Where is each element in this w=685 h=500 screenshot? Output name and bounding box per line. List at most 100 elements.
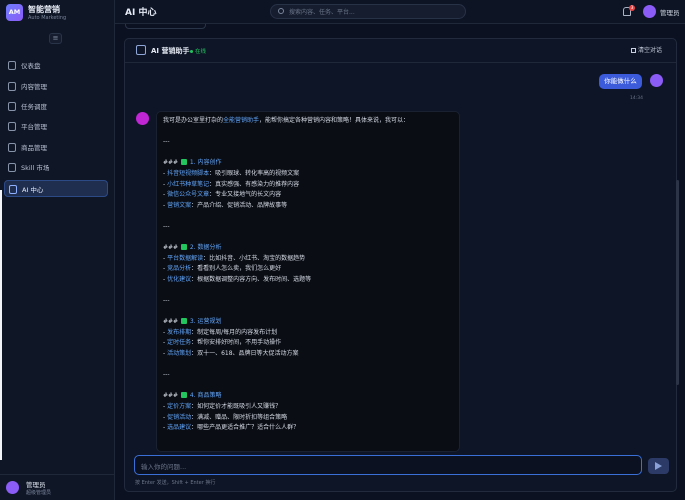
check-icon xyxy=(181,318,187,325)
assistant-name: AI 营销助手 xyxy=(151,47,190,55)
message-text: ：如何定价才能既吸引人又赚钱？ xyxy=(191,403,282,411)
brand-logo: AM xyxy=(6,4,23,21)
message-text: ### xyxy=(163,392,180,400)
sidebar-user[interactable]: 管理员 超级管理员 xyxy=(0,474,115,500)
message-text: --- xyxy=(163,138,170,146)
message-line xyxy=(163,286,457,297)
bot-message: 我可是办公室里打杂的全能营销助手，能帮你搞定各种营销内容和策略！具体来说，我可以… xyxy=(156,111,460,452)
tab-edge xyxy=(125,24,206,29)
page-title: AI 中心 xyxy=(125,8,157,18)
message-text: --- xyxy=(163,297,170,305)
message-text: 抖音短视频脚本 xyxy=(167,169,210,177)
message-line: - 活动策划：双十一、618、品牌日等大促活动方案 xyxy=(163,349,457,360)
message-text: ：双十一、618、品牌日等大促活动方案 xyxy=(191,350,299,358)
message-line: ### 4. 商品策略 xyxy=(163,391,457,402)
message-text: ：吸引眼球、转化率高的视频文案 xyxy=(209,169,300,177)
dashboard-icon xyxy=(8,61,16,70)
chat-input[interactable]: 输入你的问题... xyxy=(134,455,642,475)
message-text: 优化建议 xyxy=(167,275,192,283)
sidebar-item-dashboard[interactable]: 仪表盘 xyxy=(4,57,108,74)
message-text: ：看看别人怎么卖，我们怎么更好 xyxy=(191,265,282,273)
message-text: --- xyxy=(163,371,170,379)
app-root: AM 智能营销 Auto Marketing ≡ 仪表盘 内容管理 任务调度 平… xyxy=(0,0,685,500)
message-text: 2. 数据分析 xyxy=(188,244,222,252)
sidebar-item-label: 内容管理 xyxy=(21,83,47,91)
message-line xyxy=(163,307,457,318)
clock-icon xyxy=(8,102,16,111)
chat-input-placeholder: 输入你的问题... xyxy=(141,463,187,471)
bot-avatar-icon xyxy=(136,112,149,125)
message-text: ：制定每周/每月的内容发布计划 xyxy=(191,328,278,336)
message-text: 营销文案 xyxy=(167,201,192,209)
ai-icon xyxy=(9,185,17,194)
message-line: ### 2. 数据分析 xyxy=(163,243,457,254)
message-text: ：帮你安排好时间，不用手动操作 xyxy=(191,339,282,347)
input-hint: 按 Enter 发送，Shift + Enter 换行 xyxy=(135,480,216,486)
sidebar-item-label: 平台管理 xyxy=(21,123,47,131)
sidebar-item-products[interactable]: 商品管理 xyxy=(4,139,108,156)
sidebar-item-label: 任务调度 xyxy=(21,103,47,111)
header-user-name[interactable]: 管理员 xyxy=(660,7,680,17)
sidebar-item-platforms[interactable]: 平台管理 xyxy=(4,118,108,135)
message-line: - 定价方案：如何定价才能既吸引人又赚钱？ xyxy=(163,402,457,413)
message-text: ，能帮你搞定各种营销内容和策略！具体来说，我可以： xyxy=(259,117,410,124)
search-placeholder: 搜索内容、任务、平台... xyxy=(289,9,355,16)
message-line: - 定时任务：帮你安排好时间，不用手动操作 xyxy=(163,338,457,349)
message-text: ：真实感强、有感染力的推荐内容 xyxy=(209,180,300,188)
sidebar-item-tasks[interactable]: 任务调度 xyxy=(4,98,108,115)
message-text: 定时任务 xyxy=(167,339,192,347)
message-line: ### 3. 运营规划 xyxy=(163,317,457,328)
message-line: --- xyxy=(163,296,457,307)
message-line: - 平台数据解读：比如抖音、小红书、淘宝的数据趋势 xyxy=(163,254,457,265)
sidebar-item-skills[interactable]: Skill 市场 xyxy=(4,159,108,176)
check-icon xyxy=(181,244,187,251)
sidebar-item-ai-center[interactable]: AI 中心 xyxy=(4,180,108,197)
search-icon xyxy=(278,8,284,14)
scrollbar[interactable] xyxy=(676,180,679,385)
sidebar: AM 智能营销 Auto Marketing ≡ 仪表盘 内容管理 任务调度 平… xyxy=(0,0,115,500)
message-line: - 优化建议：根据数据调整内容方向、发布时间、选题等 xyxy=(163,275,457,286)
message-text: ### xyxy=(163,244,180,252)
status-badge: 在线 xyxy=(195,49,207,55)
send-icon xyxy=(655,462,662,470)
message-line xyxy=(163,381,457,392)
message-text: 1. 内容创作 xyxy=(188,159,222,167)
sidebar-item-label: 仪表盘 xyxy=(21,62,41,70)
message-text: 平台数据解读 xyxy=(167,254,204,262)
sidebar-item-label: 商品管理 xyxy=(21,144,47,152)
message-line: - 营销文案：产品介绍、促销活动、品牌故事等 xyxy=(163,201,457,212)
box-icon xyxy=(8,143,16,152)
message-text: 定价方案 xyxy=(167,403,192,411)
top-header: AI 中心 搜索内容、任务、平台... 3 管理员 xyxy=(115,0,685,24)
send-button[interactable] xyxy=(648,458,669,474)
message-text: ### xyxy=(163,318,180,326)
check-icon xyxy=(181,159,187,166)
message-text: 活动策划 xyxy=(167,350,192,358)
message-text: 全能营销助手 xyxy=(223,117,260,124)
check-icon xyxy=(181,392,187,399)
collapse-sidebar-button[interactable]: ≡ xyxy=(49,33,62,44)
message-line: --- xyxy=(163,137,457,148)
message-text: 小红书种草笔记 xyxy=(167,180,210,188)
message-text: --- xyxy=(163,222,170,230)
message-line: - 微信公众号文章：专业又接地气的长文内容 xyxy=(163,190,457,201)
message-text: ：哪些产品更适合推广？适合什么人群？ xyxy=(191,424,300,432)
brand-subtitle: Auto Marketing xyxy=(28,15,67,21)
sidebar-item-label: AI 中心 xyxy=(22,186,44,194)
avatar[interactable] xyxy=(643,5,656,18)
message-line: --- xyxy=(163,222,457,233)
clear-chat-button[interactable]: 清空对话 xyxy=(631,45,662,54)
message-line xyxy=(163,127,457,138)
search-input[interactable]: 搜索内容、任务、平台... xyxy=(270,4,466,19)
message-line: --- xyxy=(163,370,457,381)
message-text: ### xyxy=(163,159,180,167)
message-text: 促销活动 xyxy=(167,413,192,421)
message-text: ：产品介绍、促销活动、品牌故事等 xyxy=(191,201,288,209)
message-text: 我可是办公室里打杂的 xyxy=(163,117,224,124)
message-line xyxy=(163,233,457,244)
avatar xyxy=(6,481,19,494)
store-icon xyxy=(8,163,16,172)
message-line xyxy=(163,148,457,159)
message-line: - 小红书种草笔记：真实感强、有感染力的推荐内容 xyxy=(163,180,457,191)
sidebar-item-content[interactable]: 内容管理 xyxy=(4,78,108,95)
